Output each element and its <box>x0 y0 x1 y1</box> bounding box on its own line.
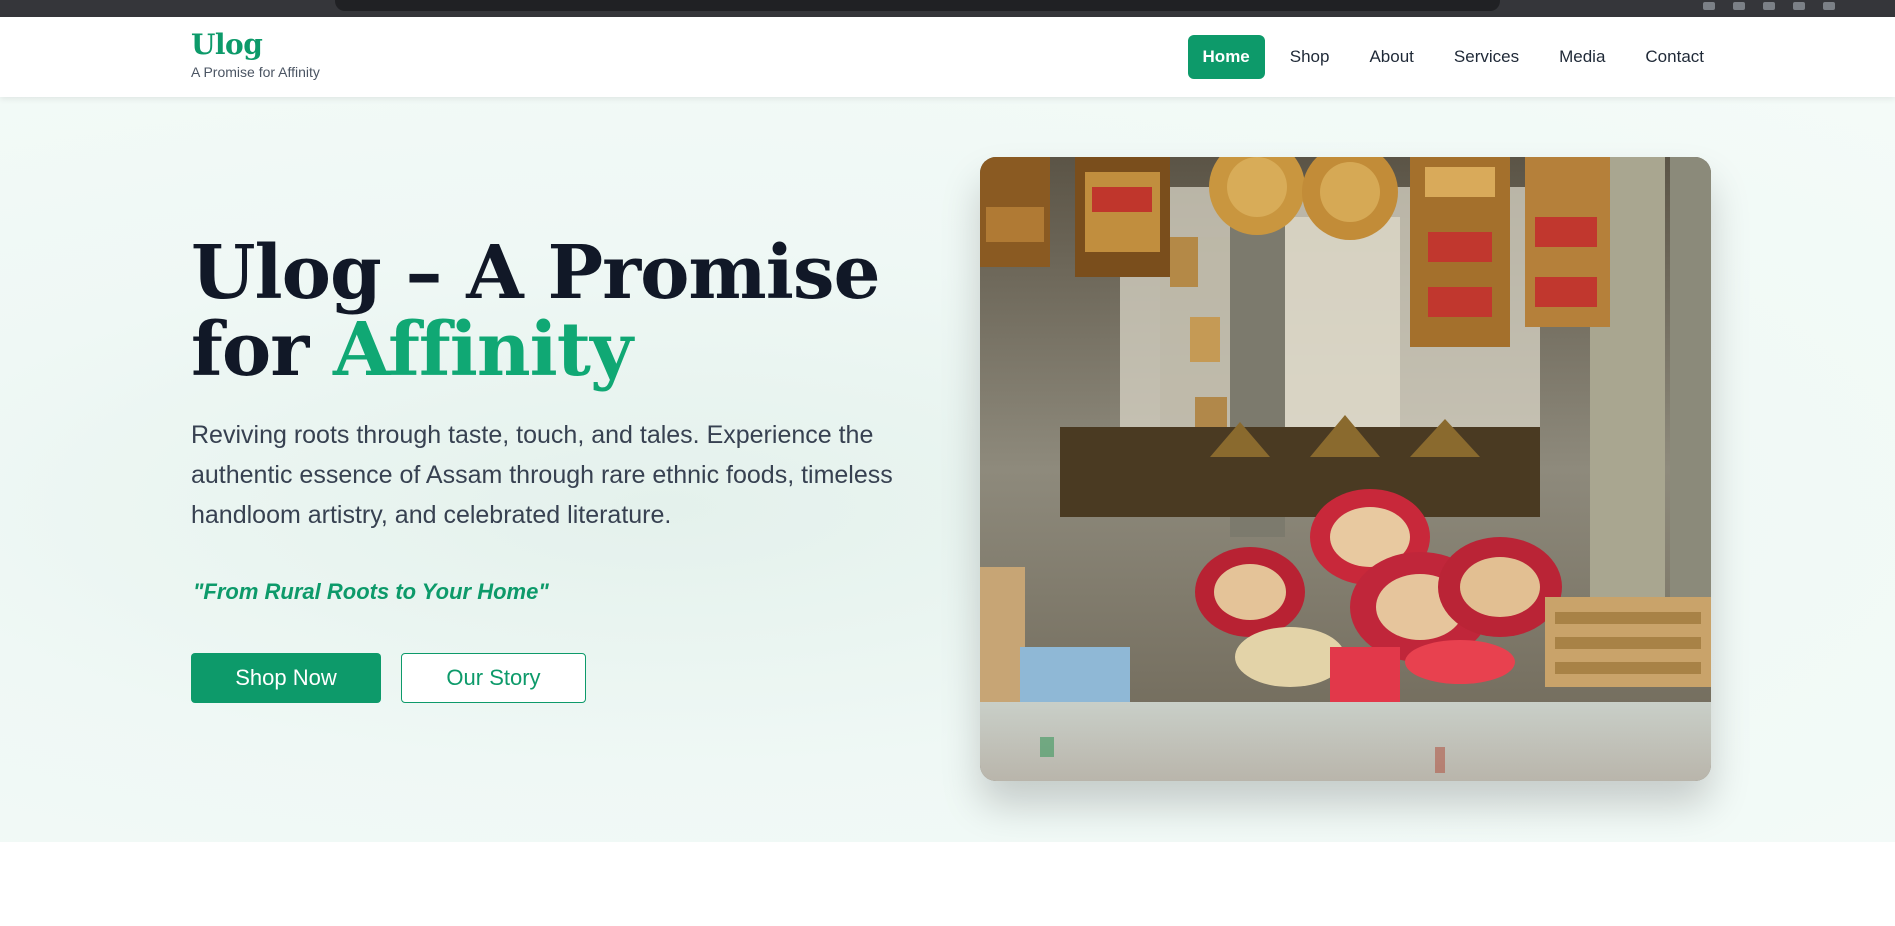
address-bar[interactable] <box>335 0 1500 11</box>
hero-description: Reviving roots through taste, touch, and… <box>191 421 893 529</box>
extension-icon[interactable] <box>1763 2 1775 10</box>
nav-about[interactable]: About <box>1354 35 1428 79</box>
browser-chrome <box>0 0 1895 17</box>
nav-home[interactable]: Home <box>1187 35 1265 79</box>
market-stall-illustration <box>980 157 1711 781</box>
extension-icon[interactable] <box>1703 2 1715 10</box>
extension-icon[interactable] <box>1733 2 1745 10</box>
hero-section: Ulog – A Promise for Affinity Reviving r… <box>0 97 1895 842</box>
hero-title-accent: Affinity <box>332 307 633 393</box>
browser-toolbar-icons <box>1635 2 1835 12</box>
hero-actions: Shop Now Our Story <box>191 653 586 703</box>
shop-now-button[interactable]: Shop Now <box>191 653 381 703</box>
brand-logo[interactable]: Ulog A Promise for Affinity <box>191 28 320 80</box>
hero-title: Ulog – A Promise for Affinity <box>191 235 951 389</box>
hero-motto: "From Rural Roots to Your Home" <box>193 579 549 604</box>
nav-shop[interactable]: Shop <box>1275 35 1345 79</box>
extension-icon[interactable] <box>1793 2 1805 10</box>
nav-contact[interactable]: Contact <box>1630 35 1719 79</box>
brand-tagline: A Promise for Affinity <box>191 64 320 80</box>
main-nav: Home Shop About Services Media Contact <box>1187 35 1719 79</box>
hero-title-main: Ulog – A Promise <box>191 230 881 316</box>
site-header: Ulog A Promise for Affinity Home Shop Ab… <box>0 17 1895 97</box>
nav-media[interactable]: Media <box>1544 35 1620 79</box>
our-story-button[interactable]: Our Story <box>401 653 586 703</box>
hero-title-for: for <box>191 307 309 393</box>
page-below-fold <box>0 842 1895 926</box>
hero-image <box>980 157 1711 781</box>
extension-icon[interactable] <box>1823 2 1835 10</box>
brand-name[interactable]: Ulog <box>191 28 320 61</box>
nav-services[interactable]: Services <box>1439 35 1534 79</box>
